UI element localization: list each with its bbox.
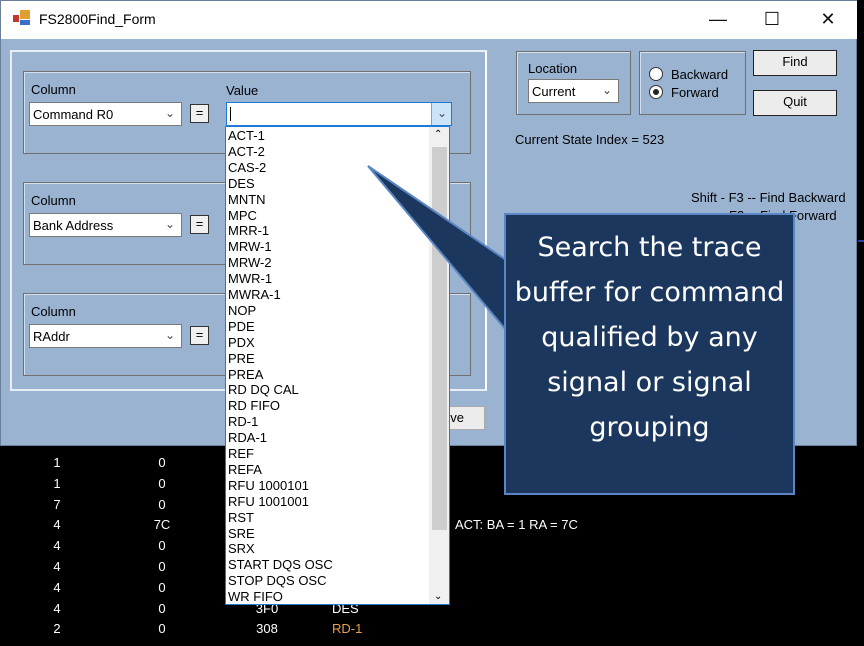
value-option[interactable]: PRE bbox=[228, 351, 255, 367]
value-option[interactable]: WR FIFO bbox=[228, 589, 283, 604]
column-select-value: RAddr bbox=[33, 329, 70, 344]
value-option[interactable]: MPC bbox=[228, 208, 257, 224]
column-select[interactable]: RAddr ⌄ bbox=[29, 324, 182, 348]
operator-button[interactable]: = bbox=[190, 215, 209, 234]
trace-cell-c1: 4 bbox=[53, 538, 61, 554]
trace-cell-c2: 0 bbox=[158, 475, 166, 491]
trace-cell-c2: 0 bbox=[158, 496, 166, 512]
trace-cell-c1: 7 bbox=[53, 496, 61, 512]
trace-cell-c1: 1 bbox=[53, 455, 61, 470]
trace-cell-c1: 4 bbox=[53, 579, 61, 595]
callout-text: Search the trace buffer for command qual… bbox=[514, 232, 785, 443]
trace-cell-note: ACT: BA = 1 RA = 7C bbox=[455, 517, 578, 533]
value-option[interactable]: ACT-2 bbox=[228, 144, 265, 160]
trace-cell-c1: 4 bbox=[53, 517, 61, 533]
column-label: Column bbox=[31, 82, 76, 97]
value-option[interactable]: MRR-1 bbox=[228, 223, 269, 239]
chevron-down-icon: ⌄ bbox=[601, 83, 612, 97]
text-cursor bbox=[230, 107, 231, 121]
value-option[interactable]: DES bbox=[228, 176, 255, 192]
column-select[interactable]: Command R0 ⌄ bbox=[29, 102, 182, 126]
trace-cell-c1: 2 bbox=[53, 621, 61, 637]
value-option[interactable]: ACT-1 bbox=[228, 128, 265, 144]
chevron-down-icon: ⌄ bbox=[164, 106, 175, 120]
value-option[interactable]: REF bbox=[228, 446, 254, 462]
backward-label: Backward bbox=[671, 67, 729, 82]
shortcut-backward: Shift - F3 -- Find Backward bbox=[691, 190, 846, 205]
value-option[interactable]: RFU 1000101 bbox=[228, 478, 309, 494]
column-label: Column bbox=[31, 304, 76, 319]
value-option[interactable]: PDE bbox=[228, 319, 255, 335]
column-select[interactable]: Bank Address ⌄ bbox=[29, 213, 182, 237]
value-option[interactable]: CAS-2 bbox=[228, 160, 266, 176]
backward-radio[interactable] bbox=[649, 67, 663, 81]
location-value: Current bbox=[532, 84, 576, 99]
value-option[interactable]: RD-1 bbox=[228, 414, 258, 430]
column-label: Column bbox=[31, 193, 76, 208]
minimize-button[interactable]: — bbox=[695, 1, 741, 37]
scroll-up-icon[interactable]: ⌃ bbox=[434, 129, 442, 140]
trace-cell-c2: 0 bbox=[158, 600, 166, 616]
title-bar: FS2800Find_Form — ☐ ✕ bbox=[1, 1, 857, 39]
value-input[interactable]: ⌄ bbox=[226, 102, 452, 126]
callout-box: Search the trace buffer for command qual… bbox=[504, 213, 795, 495]
value-dropdown-button[interactable]: ⌄ bbox=[431, 103, 451, 125]
trace-cell-c1: 1 bbox=[53, 475, 61, 491]
location-select[interactable]: Current ⌄ bbox=[528, 79, 619, 103]
value-option[interactable]: PDX bbox=[228, 335, 255, 351]
value-option[interactable]: SRX bbox=[228, 541, 255, 557]
state-index: Current State Index = 523 bbox=[515, 132, 665, 147]
value-option[interactable]: REFA bbox=[228, 462, 262, 478]
value-option[interactable]: MNTN bbox=[228, 192, 266, 208]
value-option[interactable]: MWRA-1 bbox=[228, 287, 281, 303]
value-option[interactable]: START DQS OSC bbox=[228, 557, 333, 573]
scroll-down-icon[interactable]: ⌄ bbox=[434, 591, 442, 602]
value-option[interactable]: STOP DQS OSC bbox=[228, 573, 327, 589]
value-option[interactable]: MRW-2 bbox=[228, 255, 272, 271]
forward-label: Forward bbox=[671, 85, 719, 100]
trace-cell-c3: 308 bbox=[256, 621, 278, 637]
value-option[interactable]: RDA-1 bbox=[228, 430, 267, 446]
forward-radio[interactable] bbox=[649, 85, 663, 99]
trace-cell-c2: 0 bbox=[158, 538, 166, 554]
trace-cell-c4: RD-1 bbox=[332, 621, 363, 637]
value-option[interactable]: RFU 1001001 bbox=[228, 494, 309, 510]
close-button[interactable]: ✕ bbox=[805, 1, 851, 37]
column-select-value: Command R0 bbox=[33, 107, 114, 122]
operator-button[interactable]: = bbox=[190, 326, 209, 345]
maximize-button[interactable]: ☐ bbox=[749, 1, 795, 37]
window-title: FS2800Find_Form bbox=[39, 11, 156, 27]
chevron-down-icon: ⌄ bbox=[436, 106, 447, 120]
trace-cell-c1: 4 bbox=[53, 559, 61, 574]
trace-cell-c2: 7C bbox=[153, 517, 171, 533]
location-label: Location bbox=[528, 61, 578, 76]
value-option[interactable]: NOP bbox=[228, 303, 256, 319]
value-option[interactable]: SRE bbox=[228, 526, 255, 542]
value-label: Value bbox=[226, 83, 259, 98]
trace-cell-c2: 0 bbox=[158, 621, 166, 637]
chevron-down-icon: ⌄ bbox=[164, 217, 175, 231]
quit-button[interactable]: Quit bbox=[753, 90, 837, 116]
trace-cell-c2: 0 bbox=[158, 559, 166, 574]
value-option[interactable]: PREA bbox=[228, 367, 263, 383]
callout-pointer bbox=[367, 165, 507, 333]
chevron-down-icon: ⌄ bbox=[164, 328, 175, 342]
trace-cell-c2: 0 bbox=[158, 579, 166, 595]
operator-button[interactable]: = bbox=[190, 104, 209, 123]
value-option[interactable]: MRW-1 bbox=[228, 239, 272, 255]
find-button[interactable]: Find bbox=[753, 50, 837, 76]
value-option[interactable]: MWR-1 bbox=[228, 271, 272, 287]
value-option[interactable]: RST bbox=[228, 510, 254, 526]
trace-cell-c1: 4 bbox=[53, 600, 61, 616]
direction-group: Backward Forward bbox=[639, 51, 746, 115]
value-option[interactable]: RD DQ CAL bbox=[228, 382, 299, 398]
location-group: Location Current ⌄ bbox=[516, 51, 631, 115]
value-option[interactable]: RD FIFO bbox=[228, 398, 280, 414]
app-icon bbox=[13, 10, 30, 25]
column-select-value: Bank Address bbox=[33, 218, 114, 233]
background-line bbox=[858, 240, 864, 242]
trace-cell-c2: 0 bbox=[158, 455, 166, 470]
